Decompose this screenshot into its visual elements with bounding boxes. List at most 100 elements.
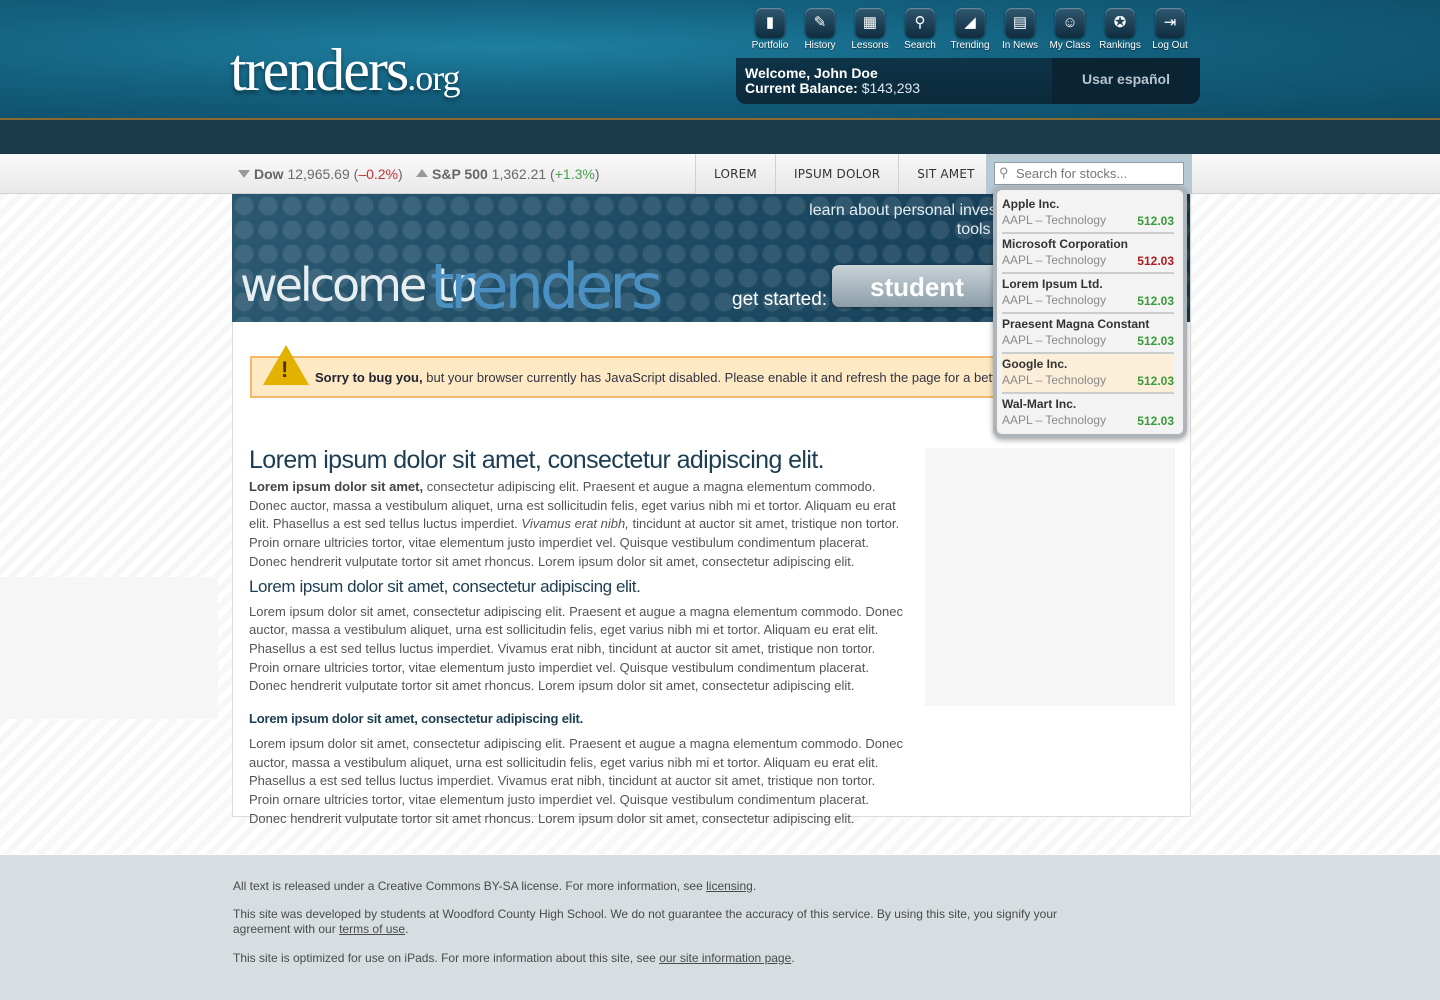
search-result[interactable]: Apple Inc. AAPL – Technology 512.03 xyxy=(1002,194,1174,234)
dow-value: 12,965.69 xyxy=(287,166,350,182)
nav-in-news[interactable]: ▤ In News xyxy=(995,6,1045,56)
tab-sit-amet[interactable]: SIT AMET xyxy=(898,154,994,194)
header-band xyxy=(0,120,1440,154)
nav-label: Trending xyxy=(950,40,990,51)
up-arrow-icon xyxy=(416,169,428,177)
warning-mark: ! xyxy=(281,357,289,382)
nav-lessons[interactable]: ▦ Lessons xyxy=(845,6,895,56)
footer-period: . xyxy=(791,951,795,965)
search-result[interactable]: Microsoft Corporation AAPL – Technology 51… xyxy=(1002,234,1174,274)
nav-history[interactable]: ✎ History xyxy=(795,6,845,56)
lessons-icon: ▦ xyxy=(855,8,885,38)
p1-italic: Vivamus erat nibh, xyxy=(521,516,629,532)
dow-change: –0.2% xyxy=(358,166,399,182)
nav-label: Lessons xyxy=(851,40,889,51)
nav-my-class[interactable]: ☺ My Class xyxy=(1045,6,1095,56)
logo-name: trenders xyxy=(230,37,409,103)
nav-portfolio[interactable]: ▮ Portfolio xyxy=(745,6,795,56)
article-paragraph-2: Lorem ipsum dolor sit amet, consectetur … xyxy=(249,603,903,694)
nav-search[interactable]: ⚲ Search xyxy=(895,6,945,56)
main-nav: ▮ Portfolio ✎ History ▦ Lessons ⚲ Search ◢ Tr… xyxy=(745,6,1195,58)
search-result[interactable]: Google Inc. AAPL – Technology 512.03 xyxy=(1002,354,1174,394)
language-button[interactable]: Usar español xyxy=(1052,58,1200,104)
welcome-brand-text: trenders xyxy=(430,250,663,322)
result-sub: AAPL – Technology xyxy=(1002,253,1107,267)
footer-period: . xyxy=(405,922,409,936)
get-started-label: get started: xyxy=(732,289,828,310)
balance-value: $143,293 xyxy=(861,80,921,96)
footer-disclaimer: This site was developed by students at W… xyxy=(233,907,1093,937)
dow-name: Dow xyxy=(254,166,284,182)
nav-log-out[interactable]: ⇥ Log Out xyxy=(1145,6,1195,56)
result-sub: AAPL – Technology xyxy=(1002,333,1107,347)
article-paragraph-1: Lorem ipsum dolor sit amet, consectetur … xyxy=(249,478,904,572)
result-price: 512.03 xyxy=(1137,334,1174,348)
result-name: Praesent Magna Constant xyxy=(1002,317,1150,331)
nav-label: Search xyxy=(904,40,936,51)
balance-label: Current Balance: xyxy=(745,80,858,96)
result-price: 512.03 xyxy=(1137,294,1174,308)
search-results-dropdown: Apple Inc. AAPL – Technology 512.03 Micros… xyxy=(993,186,1187,438)
current-balance: Current Balance: $143,293 xyxy=(745,80,920,96)
article-heading: Lorem ipsum dolor sit amet, consectetur … xyxy=(249,446,825,474)
result-sub: AAPL – Technology xyxy=(1002,213,1107,227)
alert-text: but your browser currently has JavaScrip… xyxy=(426,370,1079,385)
nav-label: History xyxy=(804,40,836,51)
terms-link[interactable]: terms of use xyxy=(339,922,405,936)
search-result[interactable]: Wal-Mart Inc. AAPL – Technology 512.03 xyxy=(1002,394,1174,434)
nav-label: Rankings xyxy=(1099,40,1141,51)
user-box: Welcome, John Doe Current Balance: $143,… xyxy=(736,58,1200,104)
left-panel xyxy=(0,577,218,719)
result-name: Wal-Mart Inc. xyxy=(1002,397,1077,411)
nav-rankings[interactable]: ✪ Rankings xyxy=(1095,6,1145,56)
nav-trending[interactable]: ◢ Trending xyxy=(945,6,995,56)
site-info-link[interactable]: our site information page xyxy=(659,951,791,965)
result-price: 512.03 xyxy=(1137,254,1174,268)
search-result[interactable]: Lorem Ipsum Ltd. AAPL – Technology 512.03 xyxy=(1002,274,1174,314)
tab-lorem[interactable]: LOREM xyxy=(695,154,775,194)
portfolio-icon: ▮ xyxy=(755,8,785,38)
dow-index: Dow 12,965.69 (–0.2%) xyxy=(238,166,403,182)
sp500-value: 1,362.21 xyxy=(491,166,547,182)
search-icon: ⚲ xyxy=(905,8,935,38)
student-button[interactable]: student xyxy=(832,265,1002,307)
class-icon: ☺ xyxy=(1055,8,1085,38)
tab-ipsum-dolor[interactable]: IPSUM DOLOR xyxy=(774,154,899,194)
logout-icon: ⇥ xyxy=(1155,8,1185,38)
result-price: 512.03 xyxy=(1137,214,1174,228)
sidebar-box xyxy=(925,448,1175,706)
p1-bold: Lorem ipsum dolor sit amet, xyxy=(249,479,424,494)
alert-bold: Sorry to bug you, xyxy=(315,370,423,385)
down-arrow-icon xyxy=(238,170,250,178)
nav-label: Log Out xyxy=(1152,40,1188,51)
sp500-index: S&P 500 1,362.21 (+1.3%) xyxy=(416,166,600,182)
article-subheading: Lorem ipsum dolor sit amet, consectetur … xyxy=(249,576,641,596)
sp500-name: S&P 500 xyxy=(432,166,488,182)
site-footer: All text is released under a Creative Co… xyxy=(0,855,1440,1000)
result-price: 512.03 xyxy=(1137,374,1174,388)
rankings-icon: ✪ xyxy=(1105,8,1135,38)
trending-icon: ◢ xyxy=(955,8,985,38)
search-result[interactable]: Praesent Magna Constant AAPL – Technology… xyxy=(1002,314,1174,354)
footer-license: All text is released under a Creative Co… xyxy=(233,879,1093,894)
licensing-link[interactable]: licensing xyxy=(706,879,753,893)
logo-tld: .org xyxy=(407,58,460,98)
result-sub: AAPL – Technology xyxy=(1002,293,1107,307)
welcome-text: Welcome, John Doe xyxy=(745,65,878,81)
footer-license-text: All text is released under a Creative Co… xyxy=(233,879,707,893)
alert-message: Sorry to bug you, but your browser curre… xyxy=(315,370,1078,385)
nav-label: Portfolio xyxy=(751,40,789,51)
news-icon: ▤ xyxy=(1005,8,1035,38)
section-tabs: LOREM IPSUM DOLOR SIT AMET xyxy=(695,154,994,194)
nav-label: In News xyxy=(1001,40,1039,51)
site-logo[interactable]: trenders.org xyxy=(230,36,461,105)
nav-label: My Class xyxy=(1049,40,1091,51)
footer-ipad-text: This site is optimized for use on iPads.… xyxy=(233,951,660,965)
history-icon: ✎ xyxy=(805,8,835,38)
result-name: Google Inc. xyxy=(1002,357,1068,371)
search-input[interactable] xyxy=(994,162,1184,185)
result-name: Microsoft Corporation xyxy=(1002,237,1128,251)
result-sub: AAPL – Technology xyxy=(1002,373,1107,387)
result-sub: AAPL – Technology xyxy=(1002,413,1107,427)
site-header: trenders.org ▮ Portfolio ✎ History ▦ Lesson… xyxy=(0,0,1440,120)
